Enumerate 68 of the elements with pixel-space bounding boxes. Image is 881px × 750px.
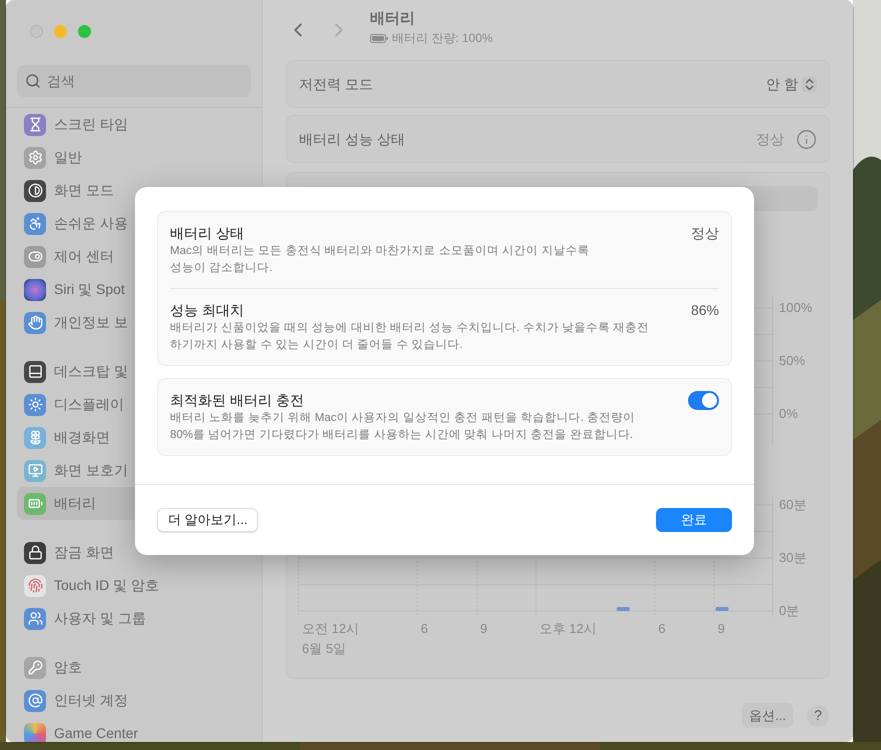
toggle-icon [24, 246, 46, 268]
axis-label: 0% [779, 406, 799, 422]
axis-label: 9 [480, 620, 488, 638]
orb-icon [24, 278, 46, 300]
axis-label: 6 [420, 620, 428, 638]
info-icon[interactable] [796, 128, 817, 150]
sidebar-item[interactable]: 데스크탑 및 [17, 355, 251, 388]
sidebar-item[interactable]: Touch ID 및 암호 [17, 569, 251, 602]
setting-label: 저전력 모드 [299, 74, 374, 94]
accessibility-icon [24, 212, 46, 234]
flower-icon [24, 426, 46, 448]
axis-label: 100% [779, 300, 812, 316]
search-icon [25, 73, 41, 89]
row-value: 86% [690, 301, 719, 320]
at-sign-icon [24, 690, 46, 712]
axis-label: 0분 [779, 603, 800, 619]
date-label: 6월 5일 [301, 640, 348, 658]
dock-icon [24, 360, 46, 382]
key-icon [24, 656, 46, 678]
row-description: 배터리가 신품이었을 때의 성능에 대비한 배터리 성능 수치입니다. 수치가 낮을수록 재충전 하기까지 사용할 수 있는 시간이 더 줄어들 수 있습니다. [170, 321, 650, 353]
low-power-popup[interactable]: 안 함 [766, 74, 817, 94]
window-title: 배터리 [370, 9, 416, 29]
sun-icon [24, 394, 46, 416]
sidebar-item[interactable]: 일반 [17, 141, 251, 174]
search-field[interactable]: 검색 [17, 65, 251, 97]
axis-label: 60분 [779, 497, 806, 513]
sidebar-item[interactable]: 인터넷 계정 [17, 684, 251, 717]
row-title: 배터리 상태 [170, 224, 245, 243]
zoom-icon[interactable] [78, 25, 91, 38]
axis-label: 오후 12시 [540, 620, 597, 638]
contrast-icon [24, 180, 46, 202]
bubbles-icon [24, 722, 46, 742]
sidebar-item[interactable]: 암호 [17, 651, 251, 684]
gear-icon [24, 146, 46, 168]
done-button[interactable]: 완료 [656, 508, 732, 532]
toggle-switch[interactable] [688, 391, 719, 410]
hourglass-icon [24, 114, 46, 136]
screen-icon [24, 460, 46, 482]
sidebar-item[interactable]: 사용자 및 그룹 [17, 602, 251, 635]
row-title: 성능 최대치 [170, 301, 245, 320]
options-button[interactable]: 옵션... [742, 703, 793, 728]
health-status: 정상 [756, 130, 784, 148]
sidebar-item[interactable]: 스크린 타임 [17, 108, 251, 141]
axis-label: 30분 [779, 550, 806, 566]
hand-icon [24, 312, 46, 334]
row-value: 정상 [691, 224, 719, 243]
axis-label: 50% [779, 353, 806, 369]
users-icon [24, 608, 46, 630]
row-description: Mac의 배터리는 모든 충전식 배터리와 마찬가지로 소모품이며 시간이 지날수록 성능이 감소합니다. [170, 244, 590, 276]
axis-label: 6 [658, 620, 666, 638]
stepper-icon [802, 76, 817, 92]
battery-icon [24, 492, 46, 514]
lock-icon [24, 542, 46, 564]
sidebar-item[interactable]: 잠금 화면 [17, 536, 251, 569]
battery-level-text: 배터리 잔량: 100% [392, 30, 493, 47]
sidebar-item[interactable]: 화면 모드 [17, 174, 251, 207]
sidebar-item[interactable]: Game Center [17, 717, 251, 742]
row-title: 최적화된 배터리 충전 [170, 391, 305, 410]
learn-more-button[interactable]: 더 알아보기... [157, 508, 258, 532]
battery-icon [370, 34, 388, 42]
help-button[interactable]: ? [807, 704, 829, 726]
row-description: 배터리 노화를 늦추기 위해 Mac이 사용자의 일상적인 충전 패턴을 학습합니다. 충전량이 80%를 넘어가면 기다렸다가 배터리를 사용하는 시간에 맞춰 나머지 충전을 완료합니다. [170, 411, 636, 443]
setting-label: 배터리 성능 상태 [299, 130, 406, 148]
fingerprint-icon [24, 574, 46, 596]
minimize-icon[interactable] [54, 25, 67, 38]
sidebar-item[interactable]: 화면 보호기 [17, 454, 251, 487]
axis-label: 9 [718, 620, 725, 638]
axis-label: 오전 12시 [302, 620, 360, 638]
